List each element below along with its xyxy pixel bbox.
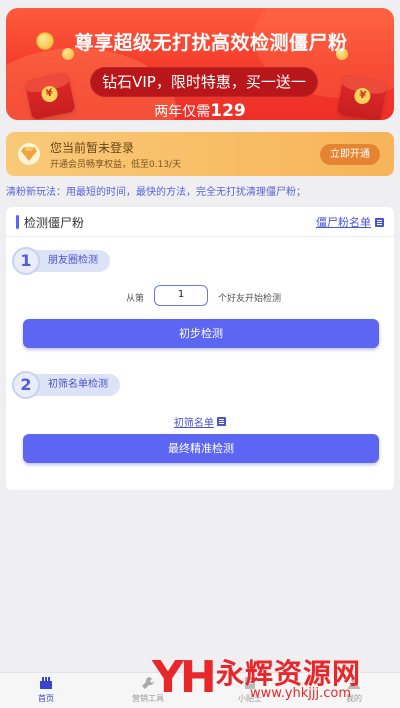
list-icon	[217, 417, 227, 426]
zombie-list-label: 僵尸粉名单	[316, 216, 371, 229]
card-title: 检测僵尸粉	[24, 216, 85, 230]
nav-label: 小贴士	[238, 694, 262, 703]
wrench-icon	[142, 676, 155, 689]
list-icon	[375, 217, 384, 227]
price-prefix: 两年仅需	[154, 104, 211, 120]
nav-label: 首页	[38, 694, 54, 703]
nav-item-profile[interactable]: 我的	[324, 676, 384, 704]
from-label: 从第	[126, 294, 145, 304]
tips-icon	[245, 677, 255, 689]
screen-list-link[interactable]: 初筛名单	[6, 414, 394, 429]
login-title: 您当前暂未登录	[50, 141, 135, 155]
diamond-icon	[18, 143, 40, 165]
nav-item-tips[interactable]: 小贴士	[220, 676, 280, 704]
price-value: 129	[210, 101, 246, 120]
screen-list-label: 初筛名单	[173, 418, 214, 429]
nav-item-tools[interactable]: 营销工具	[118, 676, 178, 704]
red-envelope-icon: ¥	[336, 74, 388, 120]
card-header: 检测僵尸粉 僵尸粉名单	[6, 207, 394, 237]
profile-icon	[348, 677, 360, 689]
final-detect-button[interactable]: 最终精准检测	[23, 434, 379, 463]
after-label: 个好友开始检测	[218, 294, 282, 304]
title-bar-accent	[16, 215, 19, 229]
promo-banner[interactable]: 尊享超级无打扰高效检测僵尸粉 钻石VIP，限时特惠，买一送一 两年仅需129 ¥…	[6, 8, 394, 120]
login-subtitle: 开通会员畅享权益，低至0.13/天	[50, 160, 182, 170]
step-number: 1	[12, 247, 40, 275]
bottom-nav: 首页 营销工具 小贴士 我的	[0, 672, 400, 708]
nav-item-home[interactable]: 首页	[16, 676, 76, 704]
step-label: 朋友圈检测	[32, 250, 110, 272]
banner-title: 尊享超级无打扰高效检测僵尸粉	[74, 32, 348, 54]
zombie-list-link[interactable]: 僵尸粉名单	[316, 214, 384, 230]
initial-detect-button[interactable]: 初步检测	[23, 319, 379, 348]
activate-button[interactable]: 立即开通	[320, 144, 380, 165]
start-from-row: 从第 1 个好友开始检测	[6, 285, 394, 307]
step-label: 初筛名单检测	[32, 374, 120, 396]
nav-label: 我的	[346, 694, 362, 703]
nav-label: 营销工具	[132, 694, 164, 703]
login-card: 您当前暂未登录 开通会员畅享权益，低至0.13/天 立即开通	[6, 132, 394, 176]
vip-offer-pill[interactable]: 钻石VIP，限时特惠，买一送一	[90, 67, 318, 97]
detect-card: 检测僵尸粉 僵尸粉名单 1 朋友圈检测 从第 1 个好友开始检测 初步检测 2 …	[6, 207, 394, 490]
home-icon	[40, 677, 52, 689]
step-number: 2	[12, 371, 40, 399]
tip-text: 清粉新玩法：用最短的时间，最快的方法，完全无打扰清理僵尸粉；	[6, 187, 306, 198]
start-index-input[interactable]: 1	[154, 285, 208, 306]
